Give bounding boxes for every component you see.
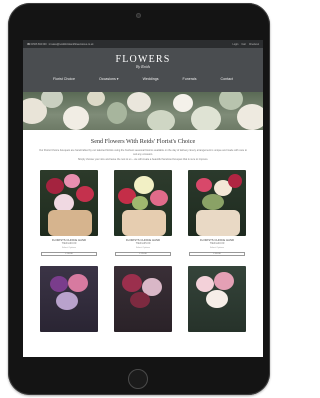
- phone-link[interactable]: ☎ 01506 834 000: [27, 43, 47, 46]
- product-card[interactable]: [37, 265, 101, 332]
- product-price: TIED £35.00: [135, 242, 151, 246]
- checkout-link[interactable]: Checkout: [249, 43, 259, 46]
- product-card[interactable]: FLORISTS CHOICE HAND TIED £30.00 Select …: [37, 169, 101, 256]
- hero-banner-image: [23, 92, 263, 130]
- nav-item-occasions[interactable]: Occasions ▾: [99, 77, 119, 81]
- camera-icon: [136, 13, 141, 18]
- size-select-value: £ 35.00: [139, 252, 147, 255]
- size-select-value: £ 30.00: [65, 252, 73, 255]
- product-image[interactable]: [114, 265, 172, 332]
- email-link[interactable]: ✉ sales@reidsfloristandflowerstores.co.u…: [49, 43, 94, 46]
- select-options-link[interactable]: Select Options: [210, 247, 224, 250]
- nav-item-contact[interactable]: Contact: [221, 77, 233, 81]
- logo-sub-text: By Reids: [135, 64, 151, 69]
- product-price: TIED £30.00: [61, 242, 77, 246]
- page-content: Send Flowers With Reids' Florist's Choic…: [23, 130, 263, 332]
- select-options-link[interactable]: Select Options: [62, 247, 76, 250]
- size-select[interactable]: £ 30.00: [41, 251, 97, 256]
- nav-item-funerals[interactable]: Funerals: [183, 77, 197, 81]
- intro-paragraph-1: Our Florist Choice bouquets are handcraf…: [39, 149, 247, 156]
- intro-paragraph-2: Simply choose your size and leave the re…: [77, 158, 209, 162]
- product-card[interactable]: FLORISTS CHOICE HAND TIED £35.00 Select …: [111, 169, 175, 256]
- product-image[interactable]: [40, 169, 98, 236]
- product-card[interactable]: [185, 265, 249, 332]
- top-bar: ☎ 01506 834 000 ✉ sales@reidsfloristandf…: [23, 40, 263, 48]
- login-link[interactable]: Login: [233, 43, 239, 46]
- product-image[interactable]: [188, 169, 246, 236]
- main-nav: Florist Choice Occasions ▾ Weddings Fune…: [23, 77, 263, 81]
- home-button[interactable]: [128, 369, 148, 389]
- select-options-link[interactable]: Select Options: [136, 247, 150, 250]
- account-links: Login Cart Checkout: [233, 43, 260, 46]
- browser-screen: ☎ 01506 834 000 ✉ sales@reidsfloristandf…: [23, 40, 263, 357]
- size-select[interactable]: £ 35.00: [115, 251, 171, 256]
- page-title: Send Flowers With Reids' Florist's Choic…: [90, 138, 196, 145]
- nav-item-florist-choice[interactable]: Florist Choice: [53, 77, 75, 81]
- contact-info: ☎ 01506 834 000 ✉ sales@reidsfloristandf…: [27, 43, 93, 46]
- site-logo[interactable]: FLOWERS By Reids: [23, 54, 263, 69]
- product-card[interactable]: [111, 265, 175, 332]
- nav-item-weddings[interactable]: Weddings: [143, 77, 159, 81]
- product-image[interactable]: [114, 169, 172, 236]
- tablet-device: ☎ 01506 834 000 ✉ sales@reidsfloristandf…: [8, 3, 270, 395]
- product-image[interactable]: [40, 265, 98, 332]
- size-select[interactable]: £ 40.00: [189, 251, 245, 256]
- size-select-value: £ 40.00: [213, 252, 221, 255]
- site-header: FLOWERS By Reids Florist Choice Occasion…: [23, 48, 263, 92]
- product-image[interactable]: [188, 265, 246, 332]
- product-grid: FLORISTS CHOICE HAND TIED £30.00 Select …: [31, 169, 255, 332]
- product-price: TIED £40.00: [209, 242, 225, 246]
- cart-link[interactable]: Cart: [241, 43, 246, 46]
- product-card[interactable]: FLORISTS CHOICE HAND TIED £40.00 Select …: [185, 169, 249, 256]
